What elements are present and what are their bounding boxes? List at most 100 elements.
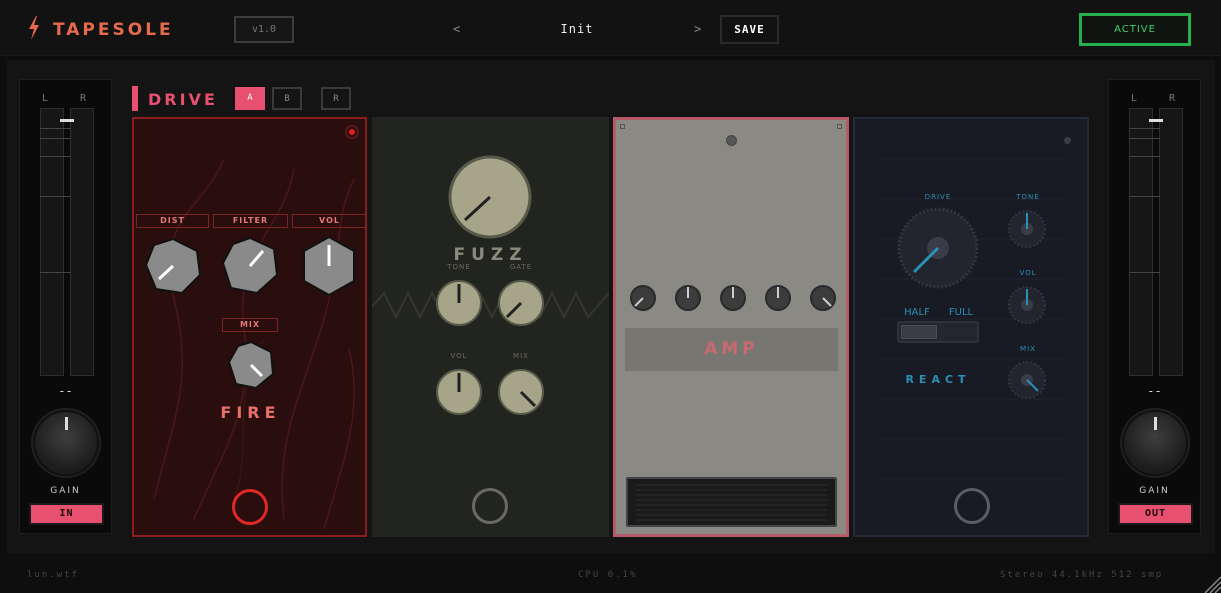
filter-knob[interactable]: [219, 235, 281, 297]
wave-pattern: [372, 290, 609, 320]
previous-preset-button[interactable]: <: [453, 22, 460, 36]
section-title: DRIVE: [148, 90, 218, 109]
lightning-bolt-icon: [29, 16, 39, 40]
mix-label: MIX: [222, 318, 278, 332]
fire-pedal-name: FIRE: [220, 403, 281, 422]
gate-label: GATE: [509, 263, 533, 271]
right-channel-label: R: [1169, 93, 1176, 104]
output-meter-panel: L R -- GAIN OUT: [1108, 79, 1201, 534]
vol-knob[interactable]: [435, 368, 483, 416]
react-pedal-name: REACT: [905, 373, 971, 386]
tone-label: TONE: [1016, 193, 1040, 201]
section-accent-bar: [132, 86, 138, 111]
amp-knob-2[interactable]: [674, 284, 702, 312]
input-gain-knob[interactable]: [33, 410, 99, 476]
mix-label: MIX: [1020, 345, 1036, 353]
mix-label: MIX: [513, 352, 529, 360]
gate-knob[interactable]: [497, 279, 545, 327]
input-meter-panel: L R -- GAIN IN: [19, 79, 112, 534]
fuzz-main-knob[interactable]: [448, 155, 532, 239]
vol-label: VOL: [450, 352, 468, 360]
speaker-grille: [626, 477, 837, 527]
left-channel-label: L: [42, 93, 49, 104]
meter-tick: [40, 196, 71, 197]
half-label: HALF: [904, 307, 930, 318]
react-footswitch[interactable]: [954, 488, 990, 524]
amp-led: [726, 135, 737, 146]
react-tone-knob[interactable]: [1007, 209, 1047, 249]
fire-footswitch[interactable]: [232, 489, 268, 525]
meter-tick: [40, 156, 71, 157]
peak-indicator: [1149, 119, 1163, 122]
status-bar: lun.wtf CPU 0.1% Stereo 44.1kHz 512 smp: [0, 556, 1221, 593]
meter-tick: [1129, 138, 1160, 139]
amp-knob-5[interactable]: [809, 284, 837, 312]
save-button[interactable]: SAVE: [720, 15, 779, 44]
output-button[interactable]: OUT: [1118, 503, 1193, 525]
output-level-readout: --: [1147, 384, 1162, 398]
filter-label: FILTER: [213, 214, 288, 228]
left-channel-label: L: [1131, 93, 1138, 104]
brand-logo: TAPESOLE: [53, 20, 174, 40]
vol-knob[interactable]: [298, 235, 360, 297]
vol-label: VOL: [1019, 269, 1037, 277]
screw-icon: [620, 124, 625, 129]
site-link[interactable]: lun.wtf: [27, 570, 79, 580]
amp-knob-4[interactable]: [764, 284, 792, 312]
mix-knob[interactable]: [226, 340, 276, 390]
meter-tick: [40, 128, 71, 129]
resize-grip-icon[interactable]: [1201, 573, 1221, 593]
right-level-bar: [1159, 108, 1183, 376]
preset-name[interactable]: Init: [530, 22, 624, 36]
meter-tick: [1129, 272, 1160, 273]
input-button[interactable]: IN: [29, 503, 104, 525]
dist-knob[interactable]: [142, 235, 204, 297]
version-badge: v1.0: [234, 16, 294, 43]
right-channel-label: R: [80, 93, 87, 104]
meter-tick: [40, 138, 71, 139]
header-bar: TAPESOLE v1.0 < Init > SAVE ACTIVE: [0, 0, 1221, 56]
peak-indicator: [60, 119, 74, 122]
audio-status: Stereo 44.1kHz 512 smp: [1000, 570, 1164, 580]
meter-tick: [1129, 196, 1160, 197]
vol-label: VOL: [292, 214, 365, 228]
tone-label: TONE: [447, 263, 471, 271]
left-level-bar: [1129, 108, 1153, 376]
fuzz-pedal: FUZZ TONE GATE VOL MIX: [372, 117, 609, 537]
react-pedal: DRIVE TONE VOL MIX HALF FULL REACT: [853, 117, 1089, 537]
full-label: FULL: [948, 307, 974, 318]
output-gain-label: GAIN: [1139, 486, 1170, 496]
meter-tick: [40, 272, 71, 273]
meter-tick: [1129, 156, 1160, 157]
switch-thumb: [901, 325, 937, 339]
active-toggle-button[interactable]: ACTIVE: [1079, 13, 1191, 46]
slot-a-button[interactable]: A: [235, 87, 265, 110]
mix-knob[interactable]: [497, 368, 545, 416]
right-level-bar: [70, 108, 94, 376]
half-full-switch[interactable]: [897, 321, 979, 343]
input-level-readout: --: [58, 384, 73, 398]
react-vol-knob[interactable]: [1007, 285, 1047, 325]
fuzz-footswitch[interactable]: [472, 488, 508, 524]
slot-r-button[interactable]: R: [321, 87, 351, 110]
react-drive-knob[interactable]: [897, 207, 979, 289]
amp-knob-3[interactable]: [719, 284, 747, 312]
react-led: [1064, 137, 1071, 144]
left-level-bar: [40, 108, 64, 376]
slot-b-button[interactable]: B: [272, 87, 302, 110]
meter-tick: [1129, 128, 1160, 129]
input-gain-label: GAIN: [50, 486, 81, 496]
power-led: [345, 125, 359, 139]
drive-label: DRIVE: [924, 193, 952, 201]
fuzz-pedal-name: FUZZ: [453, 245, 528, 265]
fire-pedal: DIST FILTER VOL MIX FIRE: [132, 117, 367, 537]
output-gain-knob[interactable]: [1122, 410, 1188, 476]
screw-icon: [837, 124, 842, 129]
amp-pedal-name: AMP: [704, 339, 759, 359]
tone-knob[interactable]: [435, 279, 483, 327]
amp-pedal: AMP: [613, 117, 849, 537]
cpu-usage: CPU 0.1%: [578, 570, 638, 580]
grille-lines: [636, 484, 827, 521]
next-preset-button[interactable]: >: [694, 22, 701, 36]
amp-knob-1[interactable]: [629, 284, 657, 312]
